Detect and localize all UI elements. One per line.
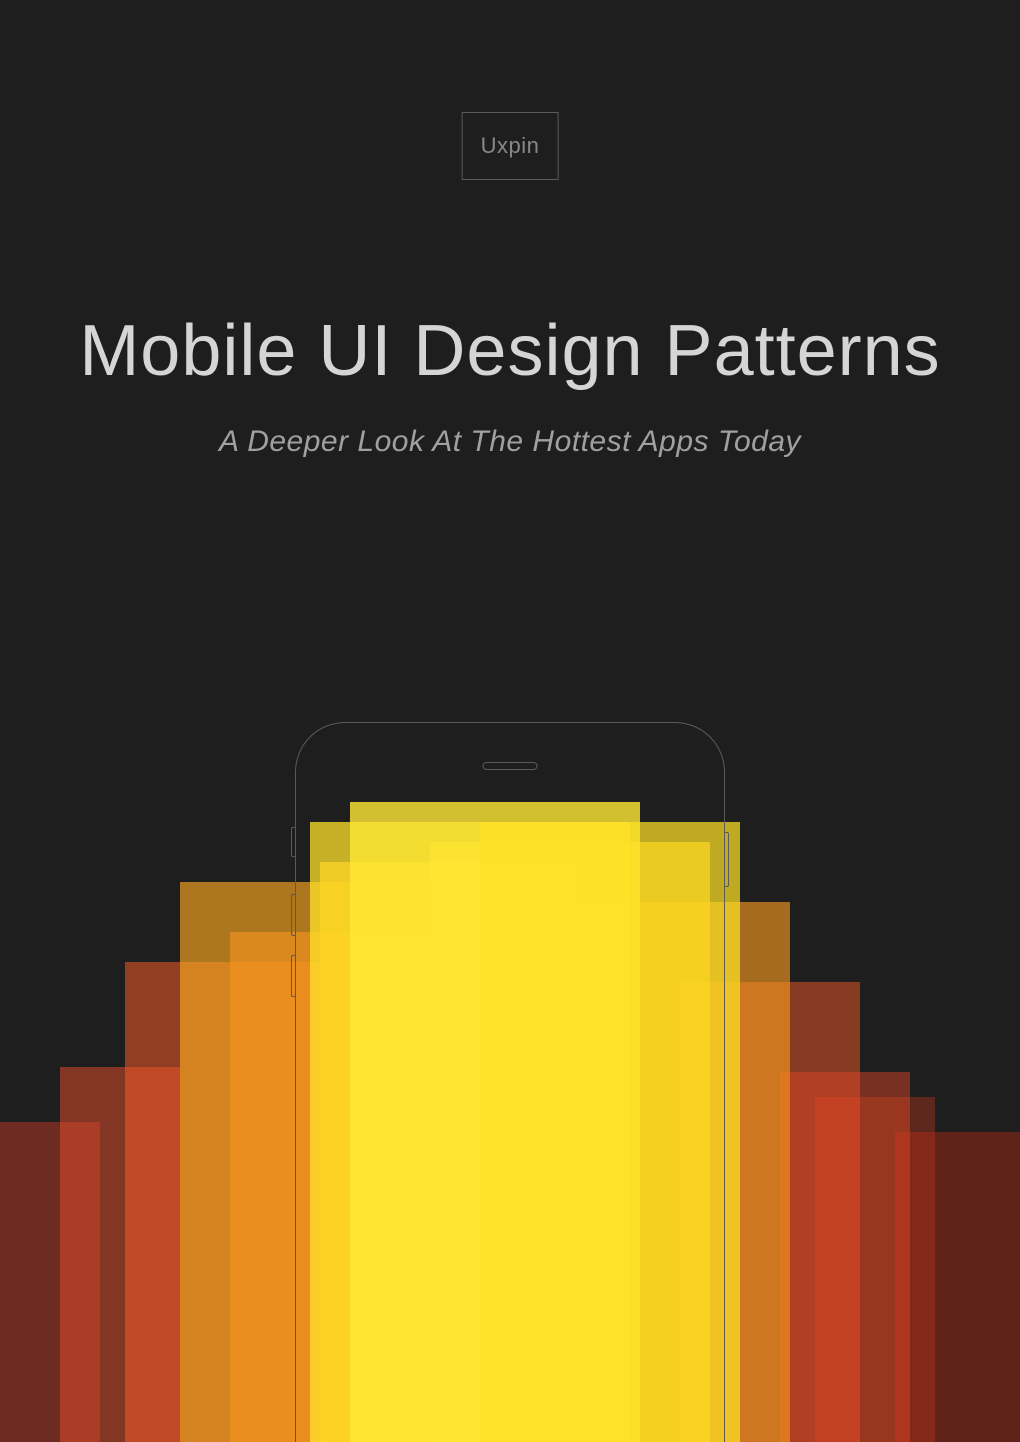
- logo-box: Uxpin: [462, 112, 559, 180]
- phone-button: [291, 894, 295, 936]
- artwork-bar: [780, 1072, 910, 1442]
- artwork-bar: [125, 962, 325, 1442]
- artwork-bar: [60, 1067, 180, 1442]
- artwork-bar: [180, 882, 430, 1442]
- page-title: Mobile UI Design Patterns: [0, 310, 1020, 392]
- phone-button: [725, 832, 729, 887]
- artwork-bar: [895, 1132, 1020, 1442]
- artwork-bar: [480, 822, 740, 1442]
- phone-body: [295, 722, 725, 1442]
- artwork-bar: [0, 1122, 100, 1442]
- artwork-bar: [230, 932, 430, 1442]
- phone-button: [291, 827, 295, 857]
- artwork-bar: [350, 802, 640, 1442]
- page-subtitle: A Deeper Look At The Hottest Apps Today: [0, 425, 1020, 459]
- artwork-bar: [680, 982, 860, 1442]
- phone-speaker: [483, 762, 538, 770]
- phone-outline-icon: [295, 722, 725, 1442]
- artwork-bar: [430, 842, 710, 1442]
- logo-text: Uxpin: [481, 133, 540, 158]
- artwork-bar: [815, 1097, 935, 1442]
- artwork-bar: [310, 822, 630, 1442]
- artwork-bar: [320, 862, 580, 1442]
- phone-button: [291, 955, 295, 997]
- cover-artwork: [0, 722, 1020, 1442]
- artwork-bar: [560, 902, 790, 1442]
